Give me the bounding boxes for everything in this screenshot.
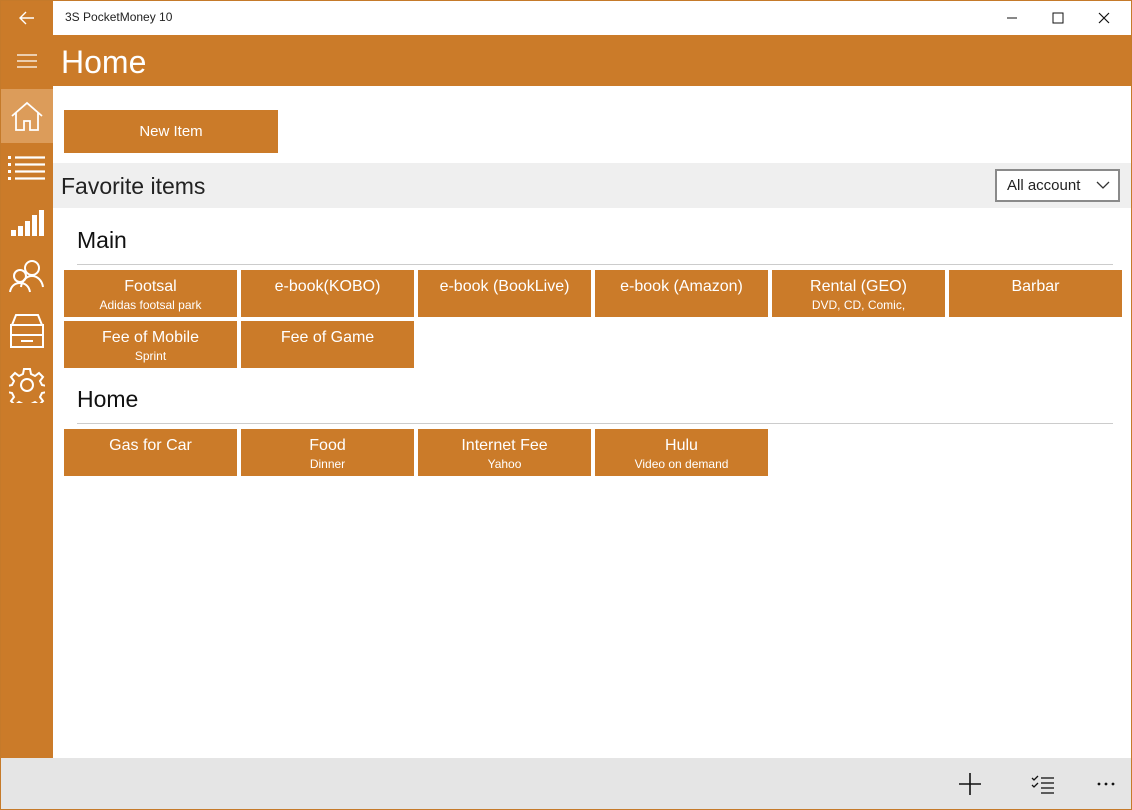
tile-label: Hulu (665, 437, 698, 454)
gear-icon (9, 368, 45, 403)
chart-icon (11, 210, 44, 236)
tile-sublabel: Video on demand (634, 457, 729, 471)
app-window: 3S PocketMoney 10 Home New Item Favorite… (0, 0, 1132, 810)
maximize-button[interactable] (1035, 1, 1081, 35)
tile-sublabel: Adidas footsal park (99, 298, 202, 312)
tile-fee-of-mobile[interactable]: Fee of Mobile Sprint (64, 321, 237, 368)
tile-barbar[interactable]: Barbar (949, 270, 1122, 317)
minimize-button[interactable] (989, 1, 1035, 35)
tile-label: Barbar (1011, 278, 1060, 295)
tile-sublabel: Dinner (309, 457, 346, 471)
new-item-button[interactable]: New Item (64, 110, 278, 153)
list-icon (8, 156, 45, 180)
maximize-icon (1052, 12, 1064, 24)
close-button[interactable] (1081, 1, 1127, 35)
tile-label: Internet Fee (461, 437, 548, 454)
tile-ebook-kobo[interactable]: e-book(KOBO) (241, 270, 414, 317)
tile-rental-geo[interactable]: Rental (GEO) DVD, CD, Comic, (772, 270, 945, 317)
tile-label: Fee of Mobile (102, 329, 199, 346)
hamburger-icon (17, 53, 37, 68)
tile-footsal[interactable]: Footsal Adidas footsal park (64, 270, 237, 317)
main-content: New Item Favorite items All account Main… (53, 86, 1131, 758)
tile-ebook-booklive[interactable]: e-book (BookLive) (418, 270, 591, 317)
tile-label: e-book (BookLive) (439, 278, 570, 295)
favorites-bar: Favorite items All account (53, 163, 1131, 208)
page-header: Home (1, 35, 1131, 86)
bank-icon (10, 314, 44, 348)
command-bar (1, 758, 1131, 809)
tile-label: Fee of Game (280, 329, 375, 346)
tile-internet-fee[interactable]: Internet Fee Yahoo (418, 429, 591, 476)
tile-hulu[interactable]: Hulu Video on demand (595, 429, 768, 476)
sidebar-item-chart[interactable] (1, 196, 53, 250)
sidebar-item-list[interactable] (1, 141, 53, 195)
account-select-value: All account (1007, 177, 1081, 194)
hamburger-button[interactable] (1, 35, 53, 86)
sidebar-item-bank[interactable] (1, 304, 53, 358)
tile-sublabel: DVD, CD, Comic, (811, 298, 906, 312)
home-icon (11, 101, 43, 131)
tile-label: Food (309, 437, 346, 454)
chevron-down-icon (1096, 171, 1110, 210)
add-icon (959, 772, 981, 795)
tile-fee-of-game[interactable]: Fee of Game (241, 321, 414, 368)
sidebar-item-people[interactable] (1, 249, 53, 303)
app-title: 3S PocketMoney 10 (65, 10, 173, 24)
sidebar (1, 86, 53, 758)
account-select[interactable]: All account (995, 169, 1120, 202)
sidebar-item-home[interactable] (1, 89, 53, 143)
tile-food[interactable]: Food Dinner (241, 429, 414, 476)
tile-sublabel: Yahoo (487, 457, 522, 471)
more-icon (1097, 782, 1115, 785)
tile-ebook-amazon[interactable]: e-book (Amazon) (595, 270, 768, 317)
back-arrow-icon (19, 11, 34, 25)
select-button[interactable] (1018, 758, 1068, 809)
group-title-home: Home (77, 386, 139, 412)
minimize-icon (1007, 17, 1017, 19)
tile-label: Gas for Car (109, 437, 192, 454)
checklist-icon (1031, 775, 1054, 794)
back-button[interactable] (1, 1, 53, 35)
tile-label: Rental (GEO) (810, 278, 907, 295)
group-divider (77, 423, 1113, 424)
tile-label: Footsal (124, 278, 177, 295)
add-button[interactable] (945, 758, 995, 809)
favorites-title: Favorite items (61, 173, 206, 199)
title-bar: 3S PocketMoney 10 (1, 1, 1131, 35)
group-divider (77, 264, 1113, 265)
tile-gas-for-car[interactable]: Gas for Car (64, 429, 237, 476)
tile-label: e-book(KOBO) (274, 278, 381, 295)
sidebar-item-settings[interactable] (1, 358, 53, 412)
tile-label: e-book (Amazon) (620, 278, 743, 295)
close-icon (1098, 12, 1110, 24)
page-title: Home (61, 44, 147, 80)
group-title-main: Main (77, 227, 127, 253)
more-button[interactable] (1081, 758, 1131, 809)
people-icon (9, 260, 44, 293)
tile-sublabel: Sprint (134, 349, 167, 363)
